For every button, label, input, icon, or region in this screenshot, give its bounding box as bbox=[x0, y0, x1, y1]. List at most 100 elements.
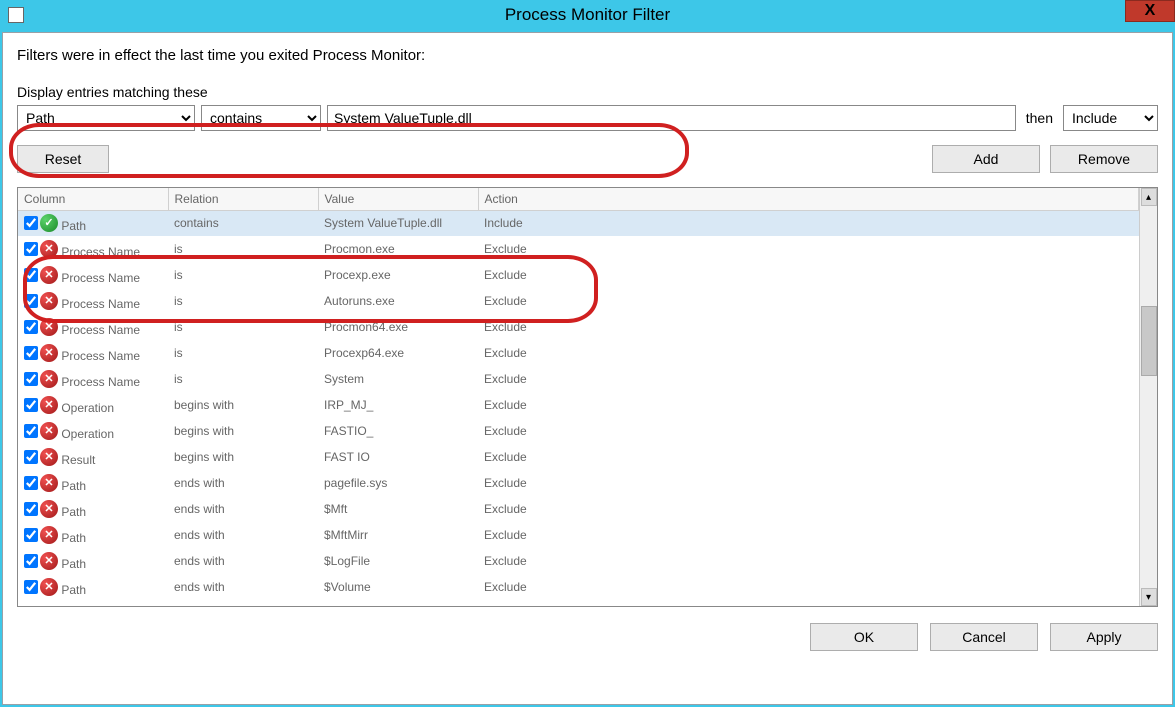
header-action[interactable]: Action bbox=[478, 188, 1139, 210]
exclude-icon: ✕ bbox=[40, 500, 58, 518]
system-menu-icon[interactable] bbox=[8, 7, 24, 23]
row-relation-text: begins with bbox=[168, 392, 318, 418]
table-row[interactable]: ✕ Process NameisProcmon.exeExclude bbox=[18, 236, 1139, 262]
scroll-up-icon[interactable]: ▴ bbox=[1141, 188, 1157, 206]
row-column-text: Path bbox=[58, 479, 86, 493]
filter-value-input[interactable] bbox=[327, 105, 1016, 131]
table-row[interactable]: ✕ Pathends with$VolumeExclude bbox=[18, 574, 1139, 600]
row-column-text: Process Name bbox=[58, 323, 140, 337]
row-column-text: Result bbox=[58, 453, 95, 467]
header-relation[interactable]: Relation bbox=[168, 188, 318, 210]
row-relation-text: is bbox=[168, 288, 318, 314]
row-checkbox[interactable] bbox=[24, 476, 38, 490]
row-checkbox[interactable] bbox=[24, 216, 38, 230]
row-value-text: Procmon.exe bbox=[318, 236, 478, 262]
row-value-text: IRP_MJ_ bbox=[318, 392, 478, 418]
table-row[interactable]: ✕ Pathends with$LogFileExclude bbox=[18, 548, 1139, 574]
row-relation-text: is bbox=[168, 340, 318, 366]
row-checkbox[interactable] bbox=[24, 346, 38, 360]
row-value-text: FAST IO bbox=[318, 444, 478, 470]
table-row[interactable]: ✕ Operationbegins withFASTIO_Exclude bbox=[18, 418, 1139, 444]
scroll-down-icon[interactable]: ▾ bbox=[1141, 588, 1157, 606]
table-row[interactable]: ✕ Operationbegins withIRP_MJ_Exclude bbox=[18, 392, 1139, 418]
filter-relation-select[interactable]: contains bbox=[201, 105, 321, 131]
remove-button[interactable]: Remove bbox=[1050, 145, 1158, 173]
row-action-text: Exclude bbox=[478, 288, 1139, 314]
row-checkbox[interactable] bbox=[24, 528, 38, 542]
row-column-text: Path bbox=[58, 219, 86, 233]
table-row[interactable]: ✕ Process NameisProcexp.exeExclude bbox=[18, 262, 1139, 288]
filter-inputs-row: Path contains then Include bbox=[17, 105, 1158, 131]
row-checkbox[interactable] bbox=[24, 424, 38, 438]
row-action-text: Exclude bbox=[478, 340, 1139, 366]
exclude-icon: ✕ bbox=[40, 240, 58, 258]
row-value-text: $Volume bbox=[318, 574, 478, 600]
window-title: Process Monitor Filter bbox=[505, 5, 670, 25]
exclude-icon: ✕ bbox=[40, 344, 58, 362]
scroll-track[interactable] bbox=[1141, 206, 1157, 588]
exclude-icon: ✕ bbox=[40, 370, 58, 388]
ok-button[interactable]: OK bbox=[810, 623, 918, 651]
row-checkbox[interactable] bbox=[24, 372, 38, 386]
filter-column-select[interactable]: Path bbox=[17, 105, 195, 131]
row-column-text: Process Name bbox=[58, 297, 140, 311]
legend-text: Display entries matching these bbox=[17, 84, 1158, 100]
row-column-text: Process Name bbox=[58, 245, 140, 259]
table-row[interactable]: ✕ Process NameisProcmon64.exeExclude bbox=[18, 314, 1139, 340]
row-value-text: $LogFile bbox=[318, 548, 478, 574]
row-value-text: FASTIO_ bbox=[318, 418, 478, 444]
row-checkbox[interactable] bbox=[24, 580, 38, 594]
table-row[interactable]: ✕ Pathends with$MftExclude bbox=[18, 496, 1139, 522]
include-icon: ✓ bbox=[40, 214, 58, 232]
row-column-text: Path bbox=[58, 583, 86, 597]
row-relation-text: is bbox=[168, 366, 318, 392]
table-row[interactable]: ✕ Pathends with$MftMirrExclude bbox=[18, 522, 1139, 548]
apply-button[interactable]: Apply bbox=[1050, 623, 1158, 651]
exclude-icon: ✕ bbox=[40, 578, 58, 596]
table-row[interactable]: ✕ Resultbegins withFAST IOExclude bbox=[18, 444, 1139, 470]
row-checkbox[interactable] bbox=[24, 450, 38, 464]
row-checkbox[interactable] bbox=[24, 554, 38, 568]
table-row[interactable]: ✕ Process NameisSystemExclude bbox=[18, 366, 1139, 392]
table-row[interactable]: ✕ Process NameisAutoruns.exeExclude bbox=[18, 288, 1139, 314]
row-checkbox[interactable] bbox=[24, 320, 38, 334]
row-column-text: Process Name bbox=[58, 271, 140, 285]
row-action-text: Exclude bbox=[478, 314, 1139, 340]
filter-action-select[interactable]: Include bbox=[1063, 105, 1158, 131]
scroll-thumb[interactable] bbox=[1141, 306, 1157, 376]
row-column-text: Process Name bbox=[58, 349, 140, 363]
row-value-text: System ValueTuple.dll bbox=[318, 210, 478, 236]
row-relation-text: ends with bbox=[168, 470, 318, 496]
reset-button[interactable]: Reset bbox=[17, 145, 109, 173]
exclude-icon: ✕ bbox=[40, 422, 58, 440]
row-action-text: Exclude bbox=[478, 262, 1139, 288]
row-column-text: Path bbox=[58, 505, 86, 519]
cancel-button[interactable]: Cancel bbox=[930, 623, 1038, 651]
row-relation-text: ends with bbox=[168, 548, 318, 574]
row-checkbox[interactable] bbox=[24, 268, 38, 282]
close-button[interactable]: X bbox=[1125, 0, 1175, 22]
row-checkbox[interactable] bbox=[24, 294, 38, 308]
row-action-text: Exclude bbox=[478, 522, 1139, 548]
header-value[interactable]: Value bbox=[318, 188, 478, 210]
vertical-scrollbar[interactable]: ▴ ▾ bbox=[1139, 188, 1157, 606]
row-checkbox[interactable] bbox=[24, 398, 38, 412]
row-column-text: Path bbox=[58, 531, 86, 545]
header-column[interactable]: Column bbox=[18, 188, 168, 210]
row-checkbox[interactable] bbox=[24, 502, 38, 516]
row-value-text: $MftMirr bbox=[318, 522, 478, 548]
exclude-icon: ✕ bbox=[40, 526, 58, 544]
row-value-text: Procexp.exe bbox=[318, 262, 478, 288]
row-action-text: Exclude bbox=[478, 366, 1139, 392]
table-row[interactable]: ✓ PathcontainsSystem ValueTuple.dllInclu… bbox=[18, 210, 1139, 236]
add-button[interactable]: Add bbox=[932, 145, 1040, 173]
row-action-text: Exclude bbox=[478, 236, 1139, 262]
row-relation-text: is bbox=[168, 262, 318, 288]
titlebar: Process Monitor Filter X bbox=[0, 0, 1175, 30]
dialog-window: Process Monitor Filter X Filters were in… bbox=[0, 0, 1175, 707]
row-action-text: Exclude bbox=[478, 574, 1139, 600]
row-checkbox[interactable] bbox=[24, 242, 38, 256]
row-relation-text: is bbox=[168, 314, 318, 340]
table-row[interactable]: ✕ Process NameisProcexp64.exeExclude bbox=[18, 340, 1139, 366]
table-row[interactable]: ✕ Pathends withpagefile.sysExclude bbox=[18, 470, 1139, 496]
